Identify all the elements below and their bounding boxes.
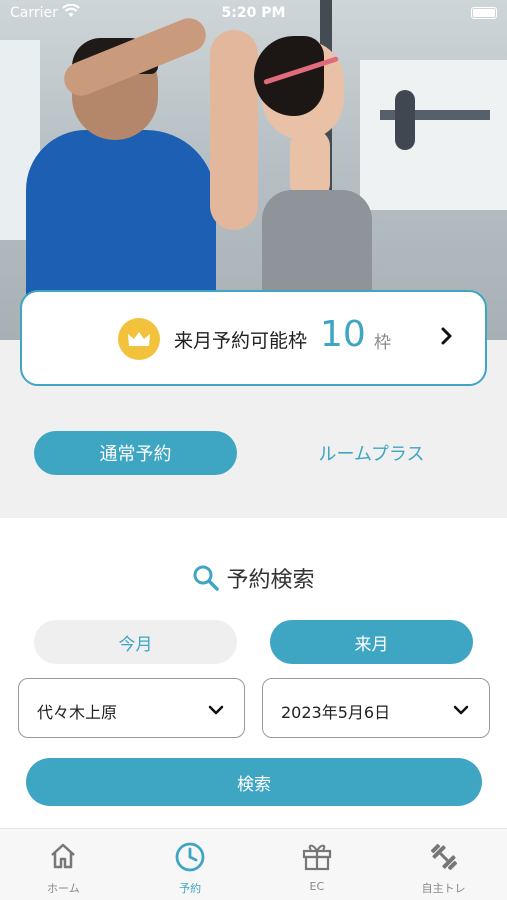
store-select-value: 代々木上原 — [37, 703, 118, 722]
home-icon — [48, 841, 78, 875]
chevron-right-icon — [440, 326, 454, 350]
normal-reservation-button[interactable]: 通常予約 — [34, 431, 237, 475]
quota-label: 来月予約可能枠 — [174, 330, 308, 352]
room-plus-button[interactable]: ルームプラス — [270, 431, 473, 475]
tab-self-training[interactable]: 自主トレ — [380, 829, 507, 900]
date-select-value: 2023年5月6日 — [281, 703, 391, 722]
next-month-button[interactable]: 来月 — [270, 620, 473, 664]
clock-icon — [174, 841, 206, 877]
tab-label: ホーム — [47, 882, 80, 895]
this-month-button[interactable]: 今月 — [34, 620, 237, 664]
tab-bar: ホーム 予約 EC 自主トレ — [0, 828, 507, 900]
tab-ec[interactable]: EC — [254, 829, 381, 900]
tab-reservation[interactable]: 予約 — [127, 829, 254, 900]
chevron-down-icon — [208, 701, 224, 720]
date-select[interactable]: 2023年5月6日 — [262, 678, 490, 738]
search-heading: 予約検索 — [0, 562, 507, 598]
tab-label: EC — [309, 880, 325, 893]
tab-home[interactable]: ホーム — [0, 829, 127, 900]
gift-box-icon — [301, 841, 333, 875]
reservation-quota-card[interactable]: 来月予約可能枠 10 枠 — [20, 290, 487, 386]
search-icon — [192, 564, 220, 598]
quota-unit: 枠 — [374, 333, 391, 353]
search-panel: 予約検索 今月 来月 代々木上原 2023年5月6日 検索 — [0, 518, 507, 828]
hero-photo — [0, 0, 507, 340]
battery-icon — [471, 7, 497, 19]
search-button[interactable]: 検索 — [26, 758, 482, 806]
crown-icon — [118, 318, 160, 360]
quota-count: 10 — [320, 314, 366, 355]
store-select[interactable]: 代々木上原 — [18, 678, 245, 738]
status-bar: Carrier 5:20 PM — [0, 0, 507, 28]
status-time: 5:20 PM — [221, 5, 286, 21]
chevron-down-icon — [453, 701, 469, 720]
dumbbell-icon — [428, 841, 460, 877]
tab-label: 予約 — [179, 882, 202, 895]
tab-label: 自主トレ — [421, 882, 466, 895]
search-title: 予約検索 — [226, 568, 315, 593]
